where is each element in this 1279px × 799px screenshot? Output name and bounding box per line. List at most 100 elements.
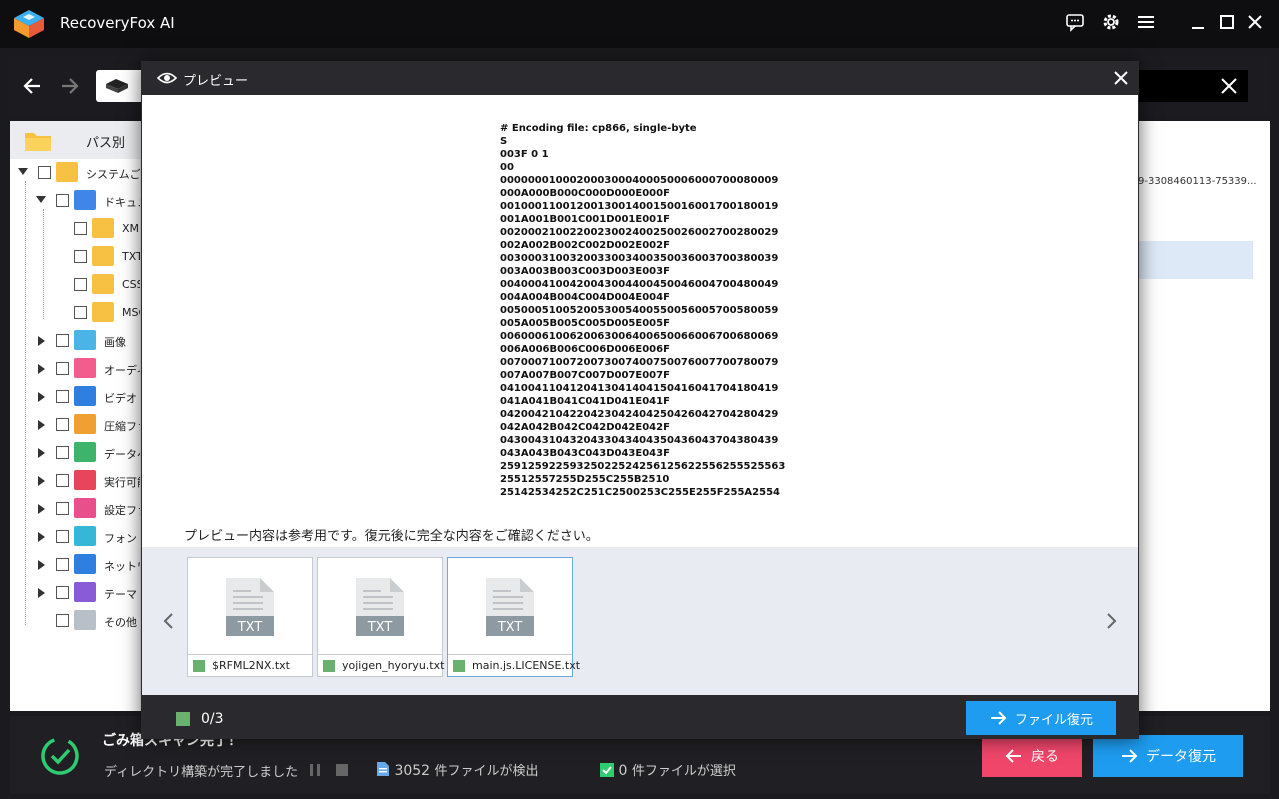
thumbnail-checkbox[interactable] <box>453 660 465 672</box>
preview-dialog-footer: 0/3 ファイル復元 <box>141 695 1139 739</box>
file-recover-button[interactable]: ファイル復元 <box>966 701 1116 735</box>
preview-note: プレビュー内容は参考用です。復元後に完全な内容をご確認ください。 <box>184 529 599 544</box>
minimize-icon[interactable] <box>1186 10 1210 34</box>
tree-item-checkbox[interactable] <box>56 530 69 543</box>
settings-gear-icon[interactable] <box>1099 10 1123 34</box>
chevron-down-icon[interactable] <box>36 196 46 203</box>
tree-item-checkbox[interactable] <box>56 614 69 627</box>
thumbnail-caption: $RFML2NX.txt <box>188 654 312 677</box>
tree-item[interactable]: フォント <box>10 523 140 551</box>
txt-file-icon: TXT <box>486 578 534 636</box>
file-list-column: 9-3308460113-75339... <box>1138 121 1270 711</box>
tree-item-checkbox[interactable] <box>74 222 87 235</box>
thumbnail-filename: main.js.LICENSE.txt <box>472 659 581 672</box>
folder-icon <box>56 162 78 182</box>
tree-item-checkbox[interactable] <box>38 166 51 179</box>
folder-icon <box>74 190 96 210</box>
chevron-right-icon[interactable] <box>38 364 45 374</box>
tree-item-label: データベース <box>104 448 140 461</box>
tree-item[interactable]: CSS <box>10 271 140 299</box>
chevron-right-icon[interactable] <box>38 532 45 542</box>
file-thumbnail[interactable]: TXT $RFML2NX.txt <box>187 557 313 677</box>
chevron-right-icon[interactable] <box>1103 611 1119 631</box>
tree-header-label: パス別 <box>86 136 126 151</box>
tree-item[interactable]: ドキュメント <box>10 187 140 215</box>
chevron-right-icon[interactable] <box>38 504 45 514</box>
feedback-icon[interactable] <box>1063 10 1087 34</box>
tree-item-checkbox[interactable] <box>56 334 69 347</box>
data-recover-button[interactable]: データ復元 <box>1093 735 1243 777</box>
thumbnail-checkbox[interactable] <box>193 660 205 672</box>
tree-item[interactable]: テーマ <box>10 579 140 607</box>
thumbnail-checkbox[interactable] <box>323 660 335 672</box>
file-thumbnail[interactable]: TXT yojigen_hyoryu.txt <box>317 557 445 677</box>
tree-item-checkbox[interactable] <box>56 558 69 571</box>
close-preview-icon[interactable] <box>1111 68 1131 88</box>
chevron-right-icon[interactable] <box>38 392 45 402</box>
tree-item[interactable]: 圧縮ファイル <box>10 411 140 439</box>
tree-item[interactable]: ビデオ <box>10 383 140 411</box>
found-count-number: 3052 <box>394 763 431 779</box>
tree-item-checkbox[interactable] <box>74 306 87 319</box>
stop-icon[interactable] <box>335 763 349 777</box>
tree-item-checkbox[interactable] <box>74 250 87 263</box>
tree-item-checkbox[interactable] <box>56 418 69 431</box>
tree-item-checkbox[interactable] <box>56 390 69 403</box>
preview-content-area[interactable]: # Encoding file: cp866, single-byte S 00… <box>142 95 1138 547</box>
select-all-checkbox[interactable] <box>176 712 190 726</box>
chevron-right-icon[interactable] <box>38 336 45 346</box>
folder-icon <box>74 358 96 378</box>
tree-item[interactable]: その他 <box>10 607 140 635</box>
tree-item[interactable]: ネットワーク <box>10 551 140 579</box>
tree-item[interactable]: 画像 <box>10 327 140 355</box>
tree-item[interactable]: システムごみ箱 <box>10 159 140 187</box>
chevron-right-icon[interactable] <box>38 588 45 598</box>
tree-item[interactable]: XML <box>10 215 140 243</box>
tree-item[interactable]: データベース <box>10 439 140 467</box>
file-thumbnail[interactable]: TXT main.js.LICENSE.txt <box>447 557 580 677</box>
menu-icon[interactable] <box>1134 10 1158 34</box>
forward-arrow-icon[interactable] <box>56 73 82 99</box>
back-arrow-icon <box>1005 749 1021 763</box>
thumbnail-filename: yojigen_hyoryu.txt <box>342 659 445 672</box>
tree-item[interactable]: 実行可能 <box>10 467 140 495</box>
chevron-right-icon[interactable] <box>38 420 45 430</box>
tree-item-checkbox[interactable] <box>56 194 69 207</box>
folder-icon <box>74 470 96 490</box>
tree-item-checkbox[interactable] <box>56 474 69 487</box>
tree-item-checkbox[interactable] <box>56 446 69 459</box>
close-window-icon[interactable] <box>1243 10 1267 34</box>
preview-file-text: # Encoding file: cp866, single-byte S 00… <box>500 123 786 498</box>
back-arrow-icon[interactable] <box>20 73 46 99</box>
back-button[interactable]: 戻る <box>982 735 1082 777</box>
tree-header[interactable]: パス別 <box>10 121 140 159</box>
search-box[interactable] <box>1128 70 1248 102</box>
tree-item-checkbox[interactable] <box>74 278 87 291</box>
tree-item-label: MSG <box>122 306 140 319</box>
tree-item-checkbox[interactable] <box>56 502 69 515</box>
tree-item[interactable]: TXT <box>10 243 140 271</box>
tree-item-checkbox[interactable] <box>56 586 69 599</box>
chevron-left-icon[interactable] <box>161 611 177 631</box>
chevron-right-icon[interactable] <box>38 476 45 486</box>
folder-tree: パス別 システムごみ箱ドキュメント XML TXT CSS MSG 画像オーディオビデオ圧… <box>10 121 140 711</box>
chevron-right-icon[interactable] <box>38 560 45 570</box>
tree-item[interactable]: MSG <box>10 299 140 327</box>
file-path-snippet: 9-3308460113-75339... <box>1138 176 1257 187</box>
preview-note-area: プレビュー内容は参考用です。復元後に完全な内容をご確認ください。 <box>142 517 1138 547</box>
maximize-icon[interactable] <box>1215 10 1239 34</box>
tree-item-label: 実行可能 <box>104 476 140 489</box>
selected-file-row[interactable] <box>1138 241 1253 279</box>
folder-icon <box>74 526 96 546</box>
tree-item-checkbox[interactable] <box>56 362 69 375</box>
tree-item[interactable]: 設定ファイル <box>10 495 140 523</box>
chevron-down-icon[interactable] <box>18 168 28 175</box>
title-bar: RecoveryFox AI <box>0 0 1279 48</box>
chevron-right-icon[interactable] <box>38 448 45 458</box>
folder-icon <box>25 133 51 151</box>
pause-icon[interactable] <box>308 763 322 777</box>
folder-icon <box>92 302 114 322</box>
clear-search-icon[interactable] <box>1220 77 1238 95</box>
tree-item[interactable]: オーディオ <box>10 355 140 383</box>
folder-icon <box>92 218 114 238</box>
